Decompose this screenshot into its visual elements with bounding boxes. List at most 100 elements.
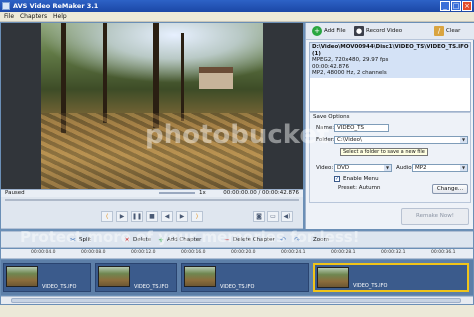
delete-button[interactable]: ✕ Delete [123,235,151,246]
right-panel: + Add File ● Record Video / Clear D:\Video\… [305,23,474,229]
change-button[interactable]: Change... [432,184,468,194]
minimize-icon[interactable]: _ [440,1,450,11]
timeline-ruler[interactable]: 00:00:04.0 00:00:08.0 00:00:12.0 00:00:1… [1,249,473,259]
pause-icon[interactable]: ❚❚ [131,211,143,222]
folder-label: Folder: [316,137,335,143]
split-button[interactable]: ✂ Split [69,235,91,246]
mark-out-icon[interactable]: ⟩ [191,211,203,222]
video-tree-trunk [103,23,107,123]
file-info-list[interactable]: D:\Video\MOV00944\Disc1\VIDEO_TS\VIDEO_T… [309,42,471,112]
delete-chapter-icon: − [224,235,230,244]
play-icon[interactable]: ▶ [116,211,128,222]
next-frame-icon[interactable]: ▶ [176,211,188,222]
video-label: Video: [316,165,334,171]
zoom-label: Zoom [313,237,329,243]
record-video-button[interactable]: ● Record Video [354,26,402,37]
folder-tooltip: Select a folder to save a new file [340,148,428,156]
title-bar: AVS Video ReMaker 3.1 _ □ × [0,0,474,12]
seek-track[interactable] [5,199,299,201]
file-audio-info: MP2, 48000 Hz, 2 channels [312,70,387,76]
window-controls: _ □ × [439,1,472,11]
clip-thumbnail [317,267,349,288]
ruler-tick: 00:00:24.1 [281,250,306,255]
zoom-control[interactable]: Zoom [313,235,329,246]
fullscreen-icon[interactable]: ▭ [267,211,279,222]
timeline-scrollbar[interactable] [1,296,473,304]
clip-name: VIDEO_TS.IFO [42,284,77,290]
app-icon [2,2,10,10]
ruler-tick: 00:00:08.0 [81,250,106,255]
ruler-tick: 00:00:36.1 [431,250,456,255]
undo-icon: ↶ [280,235,286,244]
video-tree-trunk [181,33,184,121]
scrollbar-thumb[interactable] [11,298,461,303]
snapshot-icon[interactable]: ◙ [253,211,265,222]
playback-speed: 1x [199,190,206,196]
save-options-group: Save Options Name: VIDEO_TS Folder: C:\V… [309,112,471,203]
file-path: D:\Video\MOV00944\Disc1\VIDEO_TS\VIDEO_T… [312,44,469,57]
file-toolbar: + Add File ● Record Video / Clear [306,23,474,40]
prev-frame-icon[interactable]: ◀ [161,211,173,222]
delete-chapter-button[interactable]: − Delete Chapter [223,235,275,246]
preset-label: Preset: Autumn [338,185,381,191]
enable-menu-checkbox[interactable]: ✓ [334,176,340,182]
audio-format-value: MP2 [415,165,427,171]
mark-in-icon[interactable]: ⟨ [101,211,113,222]
camera-icon: ● [354,26,364,36]
chevron-down-icon[interactable]: ▼ [384,165,391,171]
stop-icon[interactable]: ■ [146,211,158,222]
video-house [199,67,233,89]
video-format-select[interactable]: DVD ▼ [334,164,392,172]
player-status-bar: Paused 1x 00:00:00.00 / 00:00:42.876 [1,189,303,197]
delete-icon: ✕ [124,235,130,244]
chevron-down-icon[interactable]: ▼ [460,137,467,143]
audio-label: Audio: [396,165,414,171]
chevron-down-icon[interactable]: ▼ [460,165,467,171]
playback-status: Paused [5,190,25,196]
playback-speed-slider[interactable] [159,192,195,194]
player-controls: ⟨ ▶ ❚❚ ■ ◀ ▶ ⟩ ◙ ▭ ◀) [1,203,303,229]
clip-name: VIDEO_TS.IFO [353,283,388,289]
add-chapter-button[interactable]: + Add Chapter [157,235,201,246]
add-chapter-icon: + [158,235,164,244]
playback-time: 00:00:00.00 / 00:00:42.876 [223,190,299,196]
add-file-label: Add File [324,28,346,34]
menu-help[interactable]: Help [53,12,67,22]
delete-chapter-label: Delete Chapter [233,237,275,243]
maximize-icon[interactable]: □ [451,1,461,11]
redo-icon: ↷ [294,235,300,244]
menu-chapters[interactable]: Chapters [20,12,47,22]
clear-label: Clear [446,28,461,34]
timeline: VIDEO_TS.IFO VIDEO_TS.IFO VIDEO_TS.IFO V… [1,260,473,295]
remake-now-button[interactable]: Remake Now! [401,208,469,225]
clip-name: VIDEO_TS.IFO [134,284,169,290]
video-leaves [41,113,263,189]
menu-file[interactable]: File [4,12,14,22]
undo-button[interactable]: ↶ [279,235,289,246]
name-input[interactable]: VIDEO_TS [334,124,389,132]
timeline-clip[interactable]: VIDEO_TS.IFO [95,263,177,292]
menu-bar: File Chapters Help [0,12,474,22]
name-label: Name: [316,125,335,131]
clip-thumbnail [6,266,38,287]
folder-select[interactable]: C:\Video\ ▼ [334,136,468,144]
close-icon[interactable]: × [462,1,472,11]
broom-icon: / [434,26,444,36]
enable-menu-label: Enable Menu [343,176,379,182]
add-file-button[interactable]: + Add File [312,26,346,37]
video-format-value: DVD [337,165,350,171]
ruler-tick: 00:00:20.0 [231,250,256,255]
window-bottom [0,305,474,317]
volume-icon[interactable]: ◀) [281,211,293,222]
clip-thumbnail [184,266,216,287]
ruler-tick: 00:00:16.0 [181,250,206,255]
timeline-clip[interactable]: VIDEO_TS.IFO [3,263,91,292]
file-info-item[interactable]: D:\Video\MOV00944\Disc1\VIDEO_TS\VIDEO_T… [310,43,470,78]
edit-toolbar: ✂ Split ✕ Delete + Add Chapter − Delete Chap… [1,231,473,248]
record-video-label: Record Video [366,28,403,34]
clear-button[interactable]: / Clear [434,26,460,37]
audio-format-select[interactable]: MP2 ▼ [412,164,468,172]
timeline-clip[interactable]: VIDEO_TS.IFO [181,263,309,292]
redo-button[interactable]: ↷ [293,235,303,246]
timeline-clip-selected[interactable]: VIDEO_TS.IFO [313,263,469,292]
